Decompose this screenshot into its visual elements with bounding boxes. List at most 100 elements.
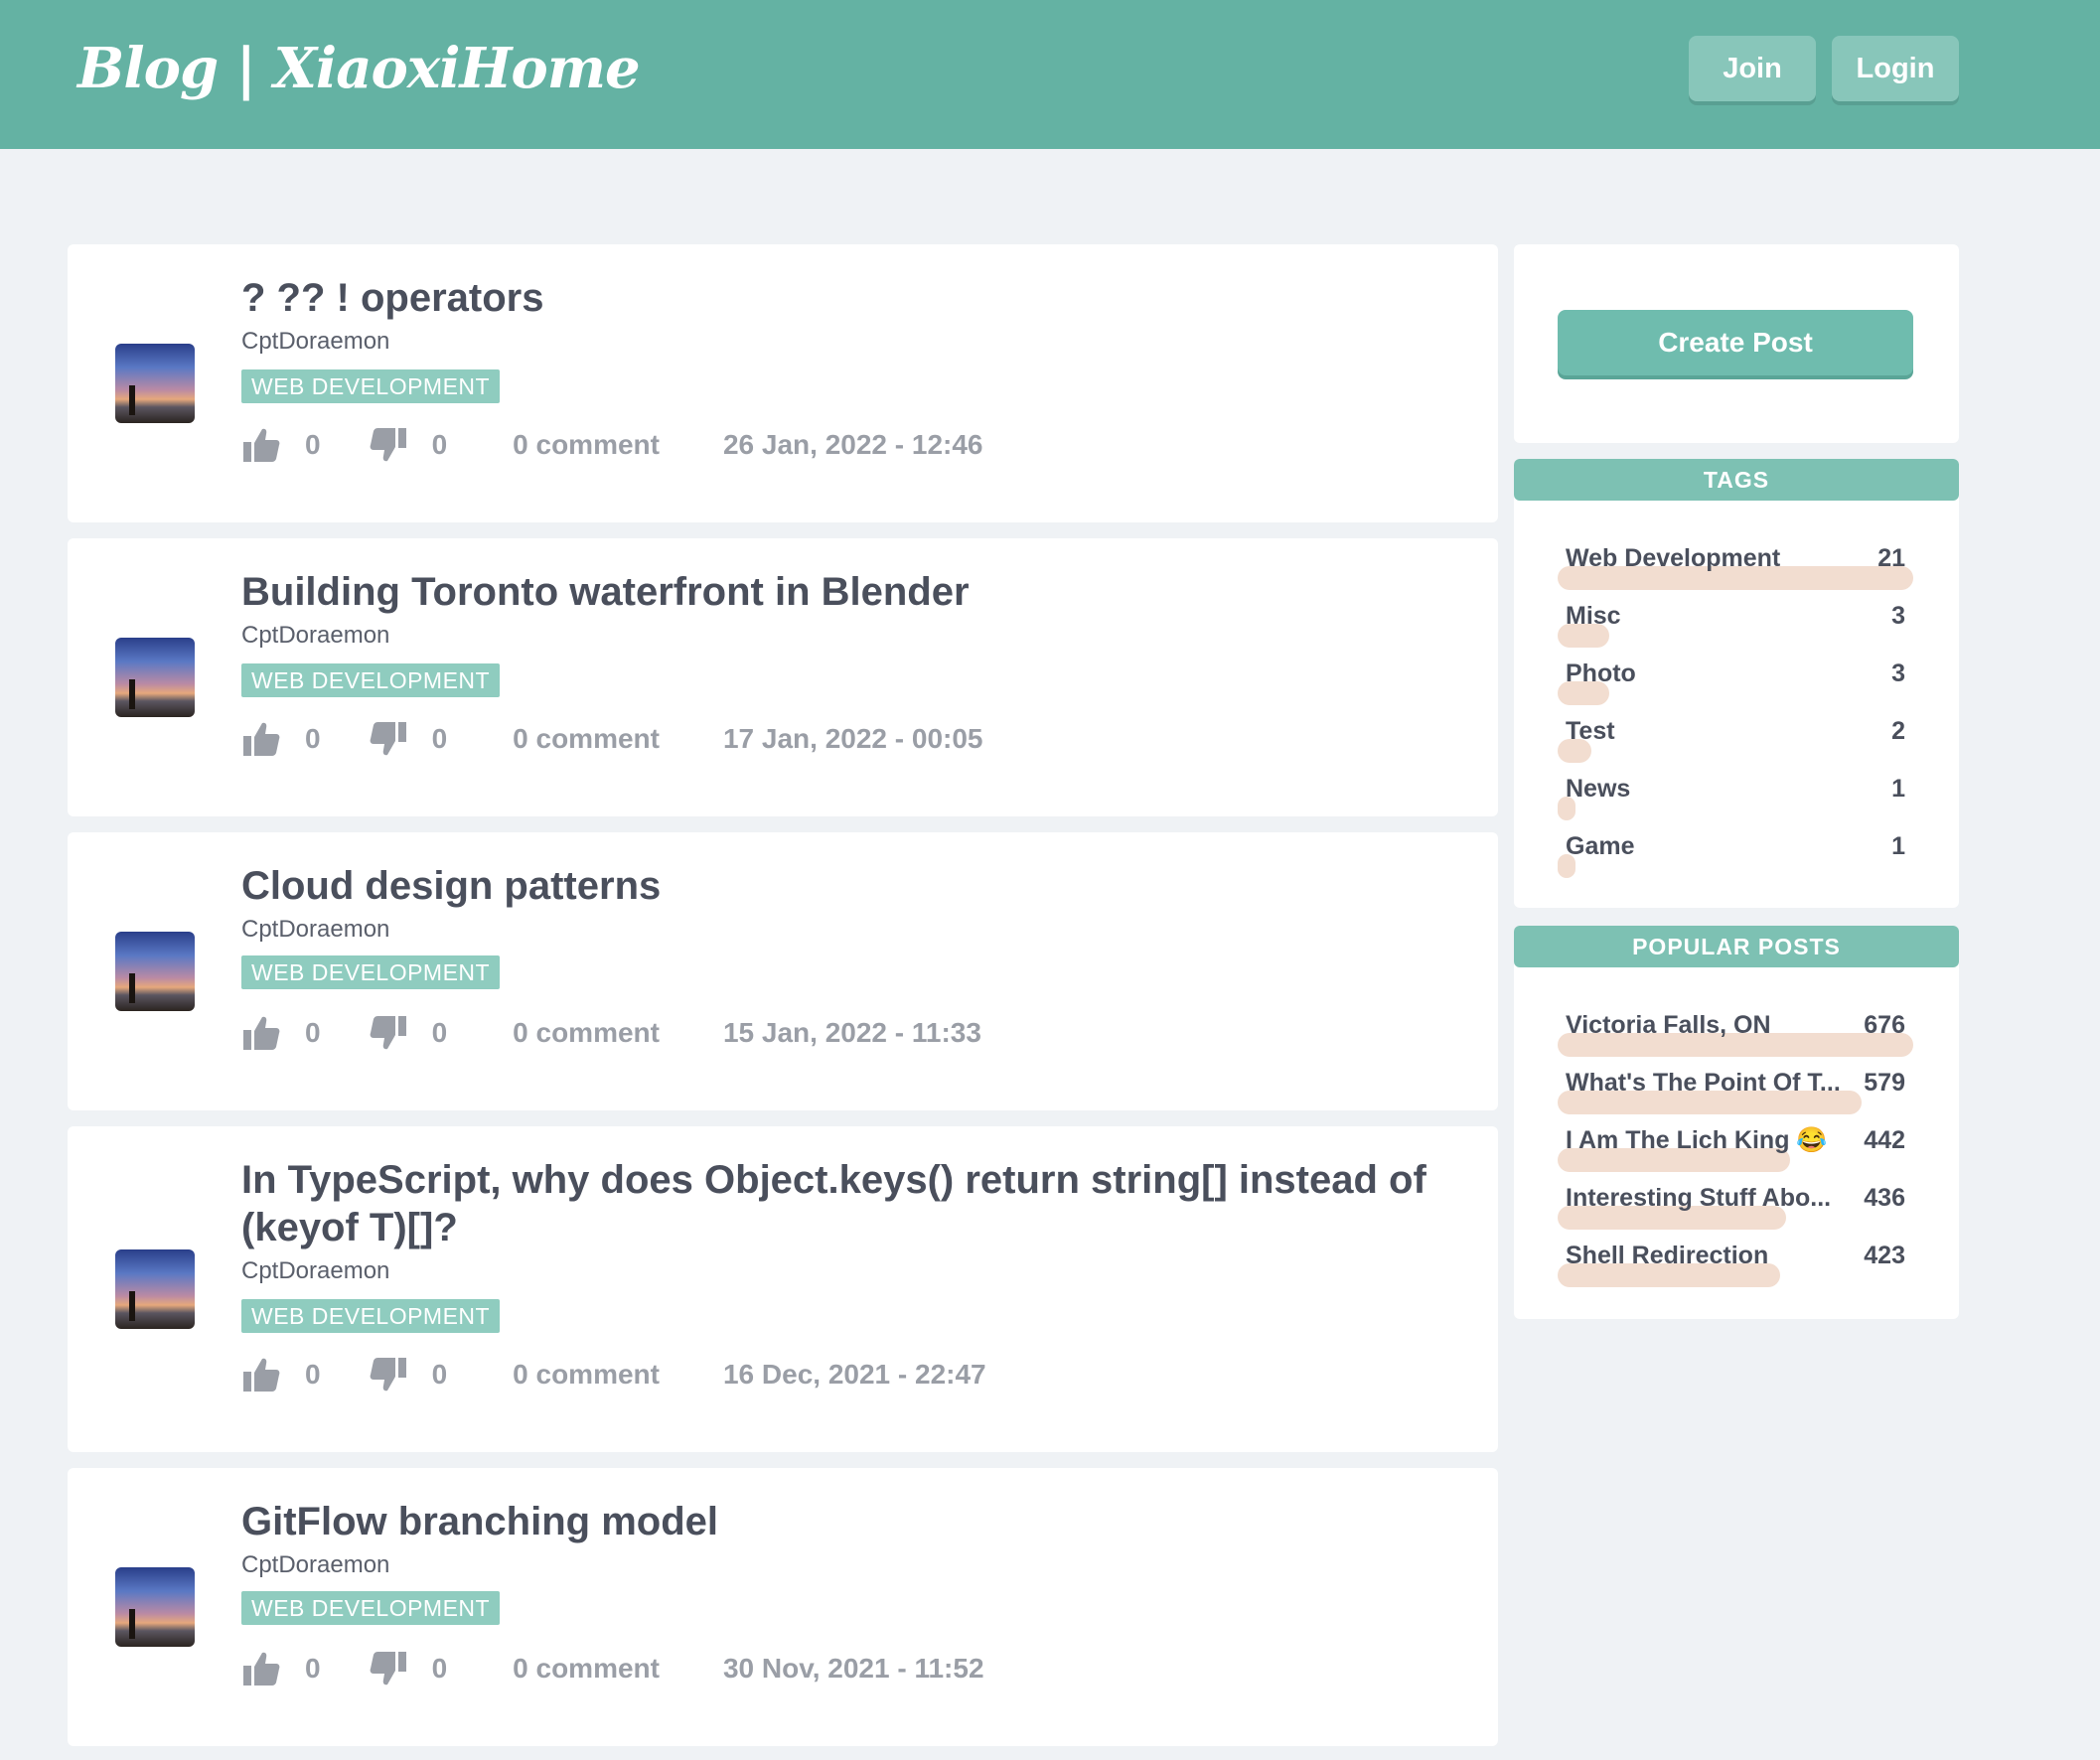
post-date: 30 Nov, 2021 - 11:52 <box>722 1653 984 1684</box>
post-date: 15 Jan, 2022 - 11:33 <box>722 1017 981 1048</box>
post-title[interactable]: ? ?? ! operators <box>241 274 1433 322</box>
join-button[interactable]: Join <box>1689 36 1816 101</box>
post-date: 26 Jan, 2022 - 12:46 <box>722 429 983 460</box>
dislike-count: 0 <box>431 723 448 754</box>
thumbs-down-icon[interactable] <box>369 1356 408 1393</box>
dislike-count: 0 <box>431 1017 448 1048</box>
post-meta: 0 0 0 comment 16 Dec, 2021 - 22:47 <box>241 1355 986 1394</box>
post-meta: 0 0 0 comment 17 Jan, 2022 - 00:05 <box>241 719 983 759</box>
popular-post-item[interactable]: Interesting Stuff Abo... 436 <box>1558 1184 1913 1230</box>
tag-item[interactable]: Game 1 <box>1558 832 1913 878</box>
tag-count: 1 <box>1891 775 1905 803</box>
post-author[interactable]: CptDoraemon <box>241 1551 389 1579</box>
post-title[interactable]: Cloud design patterns <box>241 862 1433 910</box>
popular-post-views: 676 <box>1864 1011 1905 1039</box>
post-meta: 0 0 0 comment 15 Jan, 2022 - 11:33 <box>241 1013 981 1053</box>
thumbs-up-icon[interactable] <box>241 426 281 464</box>
post-title[interactable]: Building Toronto waterfront in Blender <box>241 568 1433 616</box>
tag-label: Photo <box>1566 660 1636 687</box>
thumbs-down-icon[interactable] <box>369 720 408 758</box>
thumbs-up-icon[interactable] <box>241 1650 281 1687</box>
thumbs-up-icon[interactable] <box>241 1356 281 1393</box>
post-card[interactable]: ? ?? ! operators CptDoraemon WEB DEVELOP… <box>68 244 1498 522</box>
tag-count: 1 <box>1891 832 1905 860</box>
tags-card: TAGS Web Development 21 Misc 3 Photo 3 T… <box>1514 459 1959 908</box>
popular-post-views: 423 <box>1864 1242 1905 1269</box>
thumbs-down-icon[interactable] <box>369 1014 408 1052</box>
tag-item[interactable]: Misc 3 <box>1558 602 1913 648</box>
like-count: 0 <box>305 1653 321 1684</box>
tag-label: Misc <box>1566 602 1621 630</box>
comment-count[interactable]: 0 comment <box>513 429 660 461</box>
tag-label: Test <box>1566 717 1615 745</box>
tag-item[interactable]: News 1 <box>1558 775 1913 820</box>
post-tag[interactable]: WEB DEVELOPMENT <box>241 1591 501 1625</box>
popular-post-views: 442 <box>1864 1126 1905 1154</box>
author-avatar[interactable] <box>115 932 195 1011</box>
dislike-count: 0 <box>431 1653 448 1684</box>
post-date: 17 Jan, 2022 - 00:05 <box>722 723 983 754</box>
popular-post-title: Victoria Falls, ON <box>1566 1011 1771 1039</box>
tag-item[interactable]: Web Development 21 <box>1558 544 1913 590</box>
author-avatar[interactable] <box>115 638 195 717</box>
popular-post-item[interactable]: I Am The Lich King 😂 442 <box>1558 1126 1913 1172</box>
comment-count[interactable]: 0 comment <box>513 1359 660 1391</box>
like-count: 0 <box>305 1359 321 1390</box>
thumbs-up-icon[interactable] <box>241 1014 281 1052</box>
author-avatar[interactable] <box>115 344 195 423</box>
post-card[interactable]: Building Toronto waterfront in Blender C… <box>68 538 1498 816</box>
post-card[interactable]: Cloud design patterns CptDoraemon WEB DE… <box>68 832 1498 1110</box>
tag-label: Web Development <box>1566 544 1781 572</box>
post-tag[interactable]: WEB DEVELOPMENT <box>241 955 501 989</box>
thumbs-down-icon[interactable] <box>369 1650 408 1687</box>
post-title[interactable]: GitFlow branching model <box>241 1498 1433 1545</box>
post-tag[interactable]: WEB DEVELOPMENT <box>241 369 501 403</box>
login-button[interactable]: Login <box>1832 36 1959 101</box>
site-logo[interactable]: Blog | XiaoxiHome <box>77 36 641 101</box>
popular-post-item[interactable]: Shell Redirection 423 <box>1558 1242 1913 1287</box>
post-title[interactable]: In TypeScript, why does Object.keys() re… <box>241 1156 1433 1251</box>
create-post-button[interactable]: Create Post <box>1558 310 1913 375</box>
post-author[interactable]: CptDoraemon <box>241 1257 389 1285</box>
post-tag[interactable]: WEB DEVELOPMENT <box>241 1299 501 1333</box>
post-meta: 0 0 0 comment 26 Jan, 2022 - 12:46 <box>241 425 983 465</box>
tag-count: 2 <box>1891 717 1905 745</box>
popular-post-title: Interesting Stuff Abo... <box>1566 1184 1832 1212</box>
post-author[interactable]: CptDoraemon <box>241 328 389 356</box>
create-post-card: Create Post <box>1514 244 1959 443</box>
dislike-count: 0 <box>431 429 448 460</box>
popular-post-views: 579 <box>1864 1069 1905 1097</box>
popular-post-title: I Am The Lich King 😂 <box>1566 1126 1828 1154</box>
author-avatar[interactable] <box>115 1567 195 1647</box>
tag-count: 3 <box>1891 602 1905 630</box>
popular-posts-heading: POPULAR POSTS <box>1514 926 1959 967</box>
like-count: 0 <box>305 1017 321 1048</box>
post-author[interactable]: CptDoraemon <box>241 622 389 650</box>
popular-post-title: What's The Point Of T... <box>1566 1069 1841 1097</box>
popular-post-views: 436 <box>1864 1184 1905 1212</box>
tag-count: 21 <box>1877 544 1905 572</box>
comment-count[interactable]: 0 comment <box>513 1017 660 1049</box>
post-author[interactable]: CptDoraemon <box>241 916 389 944</box>
tags-heading: TAGS <box>1514 459 1959 501</box>
comment-count[interactable]: 0 comment <box>513 723 660 755</box>
top-bar: Blog | XiaoxiHome Join Login <box>0 0 2100 149</box>
tag-item[interactable]: Test 2 <box>1558 717 1913 763</box>
comment-count[interactable]: 0 comment <box>513 1653 660 1685</box>
post-meta: 0 0 0 comment 30 Nov, 2021 - 11:52 <box>241 1649 984 1688</box>
tag-label: News <box>1566 775 1631 803</box>
dislike-count: 0 <box>431 1359 448 1390</box>
post-tag[interactable]: WEB DEVELOPMENT <box>241 663 501 697</box>
popular-post-item[interactable]: Victoria Falls, ON 676 <box>1558 1011 1913 1057</box>
post-card[interactable]: GitFlow branching model CptDoraemon WEB … <box>68 1468 1498 1746</box>
thumbs-down-icon[interactable] <box>369 426 408 464</box>
thumbs-up-icon[interactable] <box>241 720 281 758</box>
author-avatar[interactable] <box>115 1249 195 1329</box>
tag-item[interactable]: Photo 3 <box>1558 660 1913 705</box>
like-count: 0 <box>305 723 321 754</box>
popular-posts-card: POPULAR POSTS Victoria Falls, ON 676 Wha… <box>1514 926 1959 1319</box>
like-count: 0 <box>305 429 321 460</box>
popular-post-item[interactable]: What's The Point Of T... 579 <box>1558 1069 1913 1114</box>
post-card[interactable]: In TypeScript, why does Object.keys() re… <box>68 1126 1498 1452</box>
post-date: 16 Dec, 2021 - 22:47 <box>722 1359 986 1390</box>
